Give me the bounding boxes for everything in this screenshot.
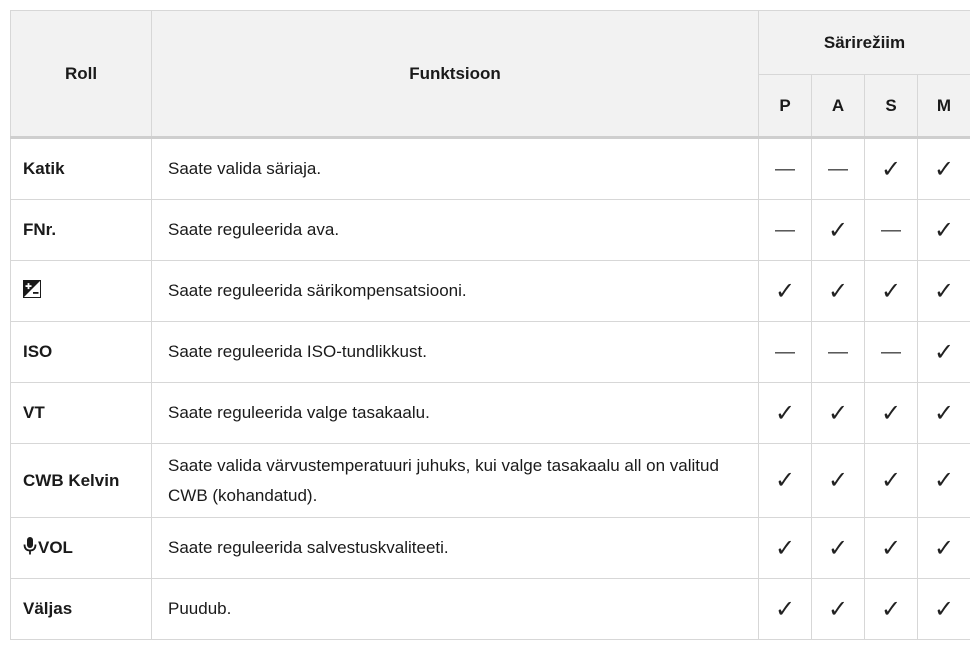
role-label: ISO <box>23 342 53 361</box>
supported-check-icon-p: ✓ <box>758 517 812 579</box>
supported-check-icon-a: ✓ <box>811 443 865 518</box>
function-description: Saate reguleerida ISO-tundlikkust. <box>151 321 759 383</box>
supported-check-icon-m: ✓ <box>916 382 970 444</box>
mode-header-p: P <box>758 74 812 138</box>
table-row: Saate reguleerida särikompensatsiooni. ✓ ✓… <box>10 260 970 322</box>
supported-check-icon-s: ✓ <box>864 260 918 322</box>
supported-check-icon-s: ✓ <box>864 137 918 200</box>
role-cell: VOL <box>10 517 152 579</box>
microphone-icon <box>23 536 37 561</box>
supported-check-icon-p: ✓ <box>758 443 812 518</box>
supported-check-icon-s: ✓ <box>864 578 918 640</box>
mode-header-s: S <box>864 74 918 138</box>
function-description: Saate reguleerida ava. <box>151 199 759 261</box>
supported-check-icon-m: ✓ <box>916 321 970 383</box>
role-label: Väljas <box>23 599 73 618</box>
role-cell: CWB Kelvin <box>10 443 152 518</box>
table-header: Roll Funktsioon Särirežiim P A S M <box>10 10 970 138</box>
role-cell: VT <box>10 382 152 444</box>
supported-check-icon-m: ✓ <box>916 578 970 640</box>
function-description: Saate valida värvustemperatuuri juhuks, … <box>151 443 759 518</box>
mode-header-a: A <box>811 74 865 138</box>
supported-check-icon-a: ✓ <box>811 260 865 322</box>
supported-check-icon-s: ✓ <box>864 382 918 444</box>
supported-check-icon-s: ✓ <box>864 443 918 518</box>
table-row: Väljas Puudub. ✓ ✓ ✓ ✓ <box>10 578 970 640</box>
supported-check-icon-m: ✓ <box>916 517 970 579</box>
role-cell <box>10 260 152 322</box>
table-row: VOL Saate reguleerida salvestuskvaliteeti… <box>10 517 970 579</box>
table-row: ISO Saate reguleerida ISO-tundlikkust. — — —… <box>10 321 970 383</box>
supported-check-icon-m: ✓ <box>916 137 970 200</box>
supported-check-icon-p: ✓ <box>758 260 812 322</box>
supported-check-icon-s: ✓ <box>864 517 918 579</box>
supported-check-icon-a: ✓ <box>811 382 865 444</box>
role-cell: Katik <box>10 137 152 200</box>
supported-check-icon-m: ✓ <box>916 443 970 518</box>
unsupported-dash-a: — <box>811 321 865 383</box>
role-label: FNr. <box>23 220 57 239</box>
unsupported-dash-p: — <box>758 137 812 200</box>
table-body: Katik Saate valida säriaja. — — ✓ ✓ FNr. Saate … <box>10 137 970 640</box>
table-row: CWB Kelvin Saate valida värvustemperatuur… <box>10 443 970 518</box>
supported-check-icon-p: ✓ <box>758 578 812 640</box>
role-label: Katik <box>23 159 65 178</box>
role-cell: FNr. <box>10 199 152 261</box>
supported-check-icon-m: ✓ <box>916 260 970 322</box>
function-description: Saate valida säriaja. <box>151 137 759 200</box>
supported-check-icon-m: ✓ <box>916 199 970 261</box>
table-row: Katik Saate valida säriaja. — — ✓ ✓ <box>10 137 970 200</box>
role-cell: ISO <box>10 321 152 383</box>
supported-check-icon-p: ✓ <box>758 382 812 444</box>
mode-header-m: M <box>916 74 970 138</box>
exposure-compensation-icon <box>23 279 41 303</box>
function-description: Saate reguleerida salvestuskvaliteeti. <box>151 517 759 579</box>
role-label: VOL <box>38 537 73 557</box>
table-row: VT Saate reguleerida valge tasakaalu. ✓ ✓ ✓ ✓ <box>10 382 970 444</box>
supported-check-icon-a: ✓ <box>811 517 865 579</box>
role-column-header: Roll <box>10 10 152 138</box>
exposure-mode-group-header: Särirežiim <box>757 10 970 75</box>
role-label: CWB Kelvin <box>23 470 120 490</box>
dial-role-table: Roll Funktsioon Särirežiim P A S M Katik… <box>10 10 970 640</box>
role-label: VT <box>23 403 45 422</box>
supported-check-icon-a: ✓ <box>811 199 865 261</box>
role-cell: Väljas <box>10 578 152 640</box>
function-description: Saate reguleerida särikompensatsiooni. <box>151 260 759 322</box>
supported-check-icon-a: ✓ <box>811 578 865 640</box>
function-column-header: Funktsioon <box>151 10 759 138</box>
unsupported-dash-a: — <box>811 137 865 200</box>
unsupported-dash-p: — <box>758 321 812 383</box>
function-description: Puudub. <box>151 578 759 640</box>
function-description: Saate reguleerida valge tasakaalu. <box>151 382 759 444</box>
unsupported-dash-p: — <box>758 199 812 261</box>
table-row: FNr. Saate reguleerida ava. — ✓ — ✓ <box>10 199 970 261</box>
unsupported-dash-s: — <box>864 199 918 261</box>
unsupported-dash-s: — <box>864 321 918 383</box>
